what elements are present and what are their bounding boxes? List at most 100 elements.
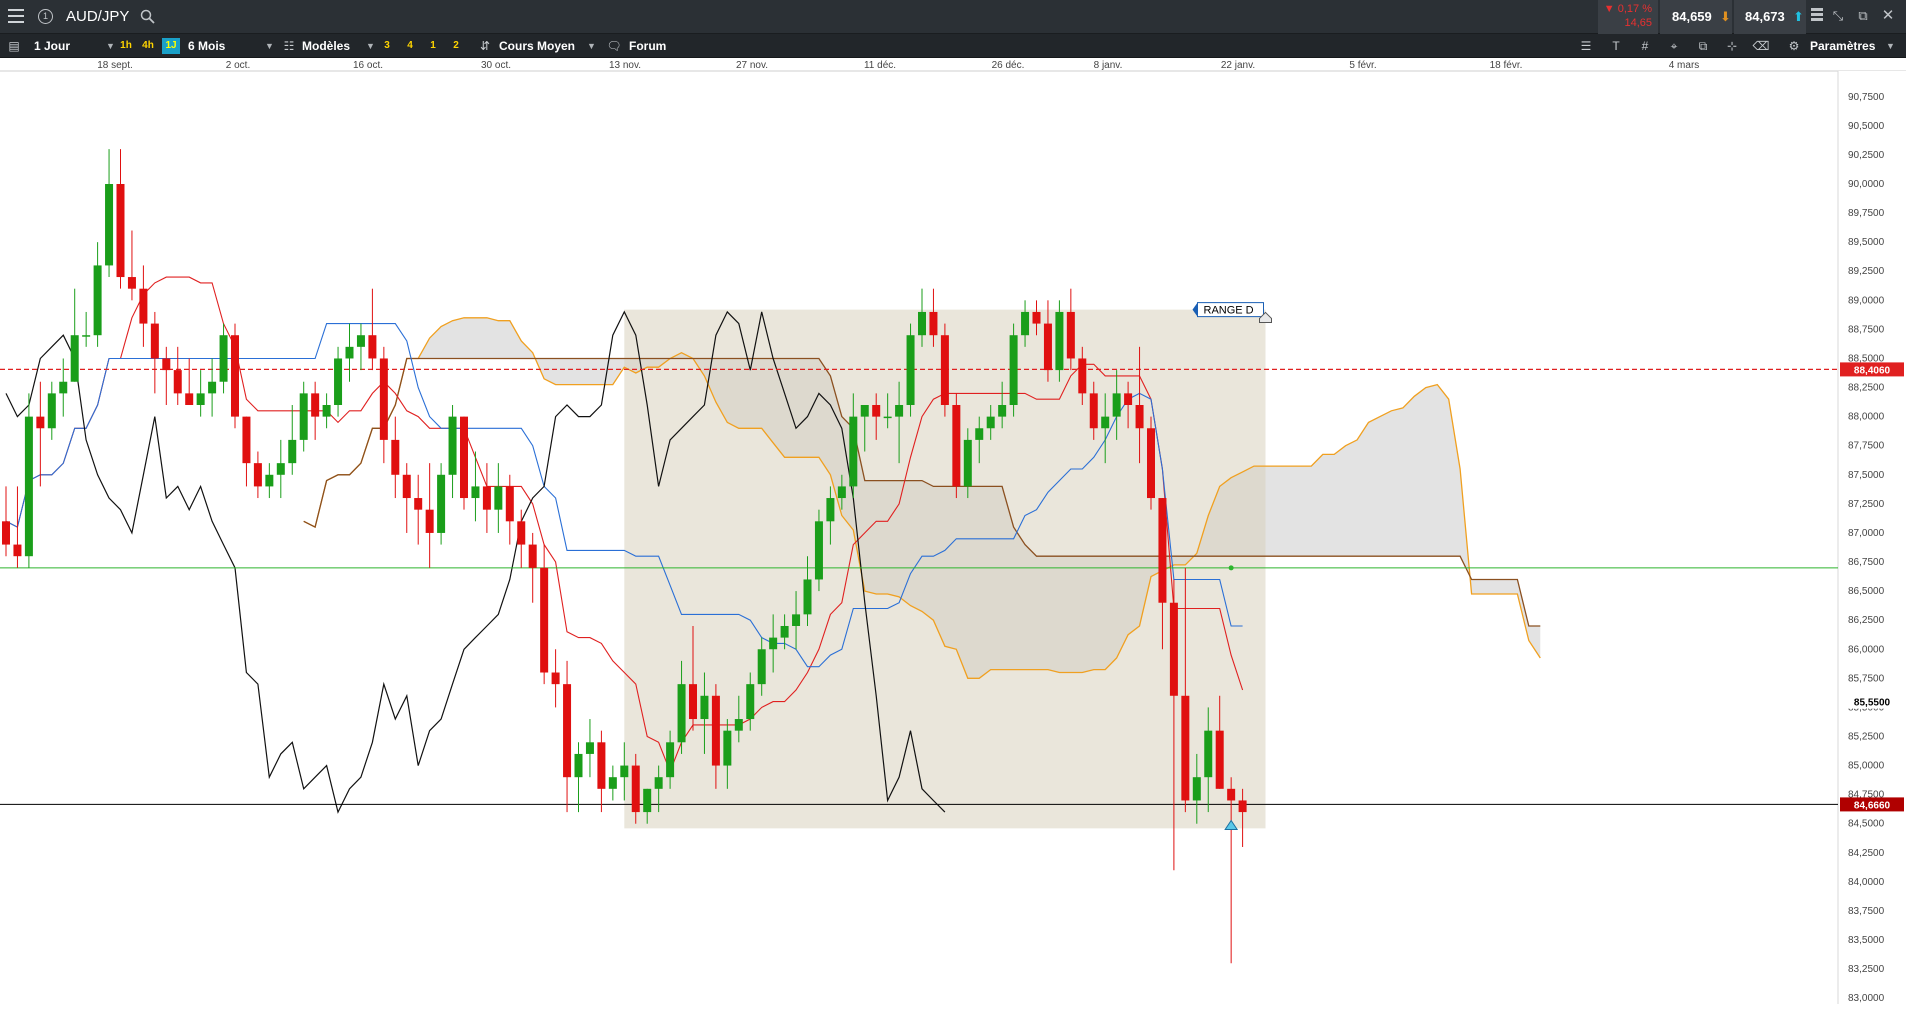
y-tick-label: 86,0000 bbox=[1848, 644, 1885, 655]
x-tick-label: 26 déc. bbox=[992, 60, 1025, 71]
candle-body bbox=[528, 544, 537, 568]
text-tool-icon[interactable]: T bbox=[1607, 37, 1625, 55]
y-tick-label: 87,7500 bbox=[1848, 441, 1885, 452]
top-bar: 1 AUD/JPY ▼ 0,17 % 14,65 84,659 ⬇ 84,673… bbox=[0, 0, 1906, 34]
price-chart[interactable]: 18 sept. 2 oct. 16 oct. 30 oct. 13 nov. 27 no… bbox=[0, 59, 1906, 1004]
candle-body bbox=[2, 521, 10, 545]
price-type-icon: ⇵ bbox=[479, 39, 491, 53]
y-tick-label: 87,5000 bbox=[1848, 470, 1885, 481]
indicators-icon[interactable]: ☰ bbox=[1577, 37, 1595, 55]
candle-body bbox=[471, 486, 480, 499]
candle-body bbox=[425, 509, 434, 533]
candle-body bbox=[711, 695, 720, 766]
templates-select[interactable]: Modèles ▼ bbox=[302, 34, 375, 58]
x-tick-label: 5 févr. bbox=[1349, 60, 1376, 71]
popout-icon[interactable]: ⧉ bbox=[1855, 8, 1871, 24]
candle-body bbox=[918, 311, 926, 336]
candle-body bbox=[1021, 311, 1030, 336]
y-tick-label: 88,2500 bbox=[1848, 383, 1885, 394]
menu-icon[interactable] bbox=[8, 9, 24, 23]
chart-canvas[interactable]: 18 sept. 2 oct. 16 oct. 30 oct. 13 nov. 27 no… bbox=[0, 59, 1906, 1004]
info-icon[interactable]: 1 bbox=[38, 9, 53, 24]
candle-body bbox=[986, 416, 995, 429]
timeframe-select[interactable]: 1 Jour ▼ bbox=[34, 34, 115, 58]
chevron-down-icon: ▼ bbox=[587, 41, 596, 51]
x-axis: 18 sept. 2 oct. 16 oct. 30 oct. 13 nov. 27 no… bbox=[0, 59, 1906, 72]
y-tick-label: 88,0000 bbox=[1848, 412, 1885, 423]
buy-arrow-icon: ⬆ bbox=[1793, 9, 1804, 24]
collapse-icon[interactable]: ⤡ bbox=[1830, 8, 1846, 24]
forum-button[interactable]: Forum bbox=[629, 34, 666, 58]
sidebar-toggle-icon[interactable]: ▤ bbox=[5, 37, 23, 55]
candle-body bbox=[402, 474, 411, 499]
settings-button[interactable]: Paramètres bbox=[1810, 34, 1875, 58]
preset-3-button[interactable]: 3 bbox=[380, 38, 394, 54]
candle-body bbox=[36, 416, 45, 429]
current-price-tag: 84,6660 bbox=[1854, 800, 1891, 811]
preset-4-button[interactable]: 4 bbox=[403, 38, 417, 54]
candle-body bbox=[1215, 730, 1224, 789]
y-tick-label: 90,5000 bbox=[1848, 121, 1885, 132]
buy-price-box[interactable]: 84,673 ⬆ bbox=[1734, 0, 1806, 34]
gear-icon[interactable]: ⚙ bbox=[1785, 37, 1803, 55]
quick-4h-button[interactable]: 4h bbox=[140, 38, 156, 54]
candle-body bbox=[895, 404, 904, 417]
candle-body bbox=[139, 288, 148, 324]
crosshair-icon[interactable]: ⌖ bbox=[1665, 37, 1683, 55]
change-points: 14,65 bbox=[1624, 17, 1652, 29]
templates-label: Modèles bbox=[302, 39, 351, 53]
pin-icon[interactable]: ⊹ bbox=[1723, 37, 1741, 55]
search-icon[interactable] bbox=[140, 9, 156, 25]
candle-body bbox=[540, 567, 549, 673]
level-anchor-dot[interactable] bbox=[1228, 565, 1234, 571]
candle-body bbox=[620, 765, 629, 778]
sell-price: 84,659 bbox=[1672, 9, 1712, 24]
candle-body bbox=[940, 335, 949, 405]
close-icon[interactable]: ✕ bbox=[1880, 8, 1896, 24]
layout-icon[interactable] bbox=[1811, 8, 1823, 26]
quick-1j-button[interactable]: 1J bbox=[162, 38, 180, 54]
candle-body bbox=[883, 416, 892, 419]
y-tick-label: 83,5000 bbox=[1848, 935, 1885, 946]
candle-body bbox=[127, 277, 136, 289]
candle-body bbox=[689, 684, 697, 720]
candle-body bbox=[1066, 311, 1075, 359]
candle-body bbox=[837, 486, 846, 499]
y-tick-label: 86,5000 bbox=[1848, 586, 1885, 597]
candle-body bbox=[574, 753, 583, 778]
sell-price-box[interactable]: 84,659 ⬇ bbox=[1660, 0, 1732, 34]
candle-body bbox=[860, 404, 869, 417]
preset-1-button[interactable]: 1 bbox=[426, 38, 440, 54]
candle-body bbox=[1169, 602, 1178, 696]
candle-body bbox=[505, 486, 514, 522]
symbol-name[interactable]: AUD/JPY bbox=[66, 0, 129, 34]
y-tick-label: 85,2500 bbox=[1848, 731, 1885, 742]
range-label-text: RANGE D bbox=[1204, 305, 1254, 317]
candle-body bbox=[826, 498, 835, 522]
candle-body bbox=[482, 486, 491, 510]
candle-body bbox=[757, 649, 766, 685]
grid-icon[interactable]: # bbox=[1636, 37, 1654, 55]
candle-body bbox=[551, 672, 560, 685]
x-tick-label: 11 déc. bbox=[864, 60, 896, 71]
candle-body bbox=[448, 416, 457, 475]
eraser-icon[interactable]: ⌫ bbox=[1752, 37, 1770, 55]
chart-toolbar: ▤ 1 Jour ▼ 1h 4h 1J 6 Mois ▼ ☷ Modèles ▼… bbox=[0, 34, 1906, 58]
candle-body bbox=[299, 393, 308, 440]
candle-body bbox=[322, 404, 331, 417]
x-tick-label: 27 nov. bbox=[736, 60, 768, 71]
candle-body bbox=[105, 184, 114, 266]
candle-body bbox=[356, 335, 365, 347]
candle-body bbox=[288, 439, 297, 464]
preset-2-button[interactable]: 2 bbox=[449, 38, 463, 54]
copy-icon[interactable]: ⧉ bbox=[1694, 37, 1712, 55]
price-type-select[interactable]: Cours Moyen ▼ bbox=[499, 34, 596, 58]
candle-body bbox=[414, 498, 423, 510]
candle-body bbox=[162, 358, 171, 371]
candle-body bbox=[769, 637, 778, 650]
period-select[interactable]: 6 Mois ▼ bbox=[188, 34, 274, 58]
quick-1h-button[interactable]: 1h bbox=[118, 38, 134, 54]
period-label: 6 Mois bbox=[188, 39, 226, 53]
candle-body bbox=[379, 358, 388, 440]
candle-body bbox=[585, 742, 594, 754]
